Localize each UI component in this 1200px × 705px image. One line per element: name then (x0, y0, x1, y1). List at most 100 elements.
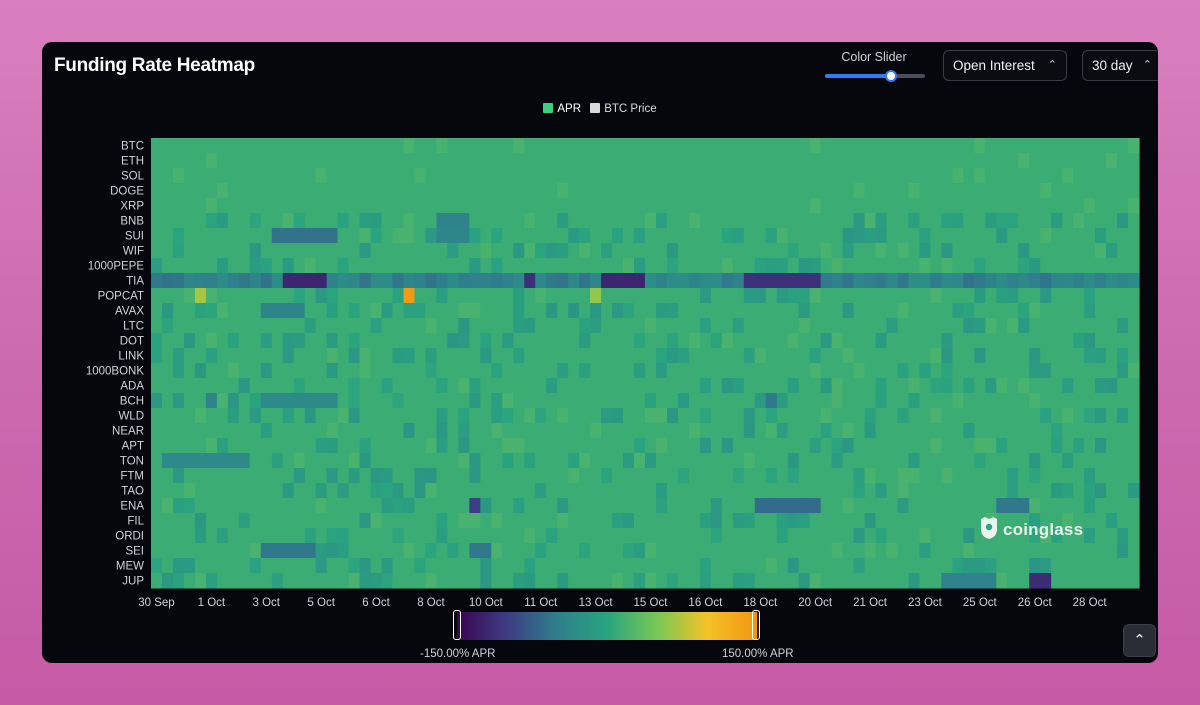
heatmap-cell[interactable] (436, 513, 448, 529)
heatmap-cell[interactable] (568, 213, 580, 229)
heatmap-cell[interactable] (886, 543, 899, 559)
heatmap-cell[interactable] (425, 378, 438, 394)
heatmap-cell[interactable] (161, 318, 174, 334)
heatmap-cell[interactable] (502, 153, 514, 169)
heatmap-cell[interactable] (447, 513, 459, 529)
heatmap-cell[interactable] (260, 468, 273, 484)
heatmap-cell[interactable] (1106, 303, 1118, 319)
heatmap-cell[interactable] (634, 423, 646, 439)
heatmap-cell[interactable] (1073, 258, 1085, 274)
heatmap-cell[interactable] (161, 393, 174, 409)
heatmap-cell[interactable] (732, 438, 745, 454)
heatmap-cell[interactable] (513, 363, 525, 379)
heatmap-cell[interactable] (370, 558, 383, 574)
heatmap-cell[interactable] (227, 408, 240, 424)
heatmap-cell[interactable] (513, 408, 525, 424)
heatmap-cell[interactable] (557, 348, 569, 364)
heatmap-cell[interactable] (293, 363, 306, 379)
heatmap-cell[interactable] (908, 438, 921, 454)
heatmap-cell[interactable] (205, 168, 218, 184)
heatmap-cell[interactable] (765, 378, 778, 394)
heatmap-cell[interactable] (963, 273, 975, 289)
heatmap-cell[interactable] (436, 273, 448, 289)
heatmap-cell[interactable] (172, 273, 185, 289)
heatmap-cell[interactable] (875, 408, 888, 424)
heatmap-cell[interactable] (414, 273, 427, 289)
heatmap-cell[interactable] (381, 513, 394, 529)
heatmap-cell[interactable] (776, 168, 789, 184)
heatmap-cell[interactable] (590, 138, 602, 154)
heatmap-cell[interactable] (875, 558, 888, 574)
heatmap-cell[interactable] (666, 513, 679, 529)
heatmap-cell[interactable] (677, 228, 690, 244)
heatmap-cell[interactable] (293, 468, 306, 484)
heatmap-cell[interactable] (743, 483, 756, 499)
heatmap-cell[interactable] (348, 498, 361, 514)
heatmap-cell[interactable] (666, 168, 679, 184)
heatmap-cell[interactable] (688, 468, 701, 484)
heatmap-cell[interactable] (370, 333, 383, 349)
heatmap-cell[interactable] (996, 243, 1008, 259)
heatmap-cell[interactable] (941, 153, 953, 169)
heatmap-cell[interactable] (820, 453, 833, 469)
heatmap-cell[interactable] (743, 138, 756, 154)
heatmap-cell[interactable] (392, 378, 405, 394)
heatmap-cell[interactable] (798, 288, 811, 304)
heatmap-cell[interactable] (1117, 573, 1129, 589)
heatmap-cell[interactable] (1106, 153, 1118, 169)
heatmap-cell[interactable] (974, 243, 986, 259)
heatmap-cell[interactable] (436, 363, 448, 379)
heatmap-cell[interactable] (710, 528, 723, 544)
heatmap-cell[interactable] (612, 168, 624, 184)
heatmap-cell[interactable] (238, 528, 251, 544)
heatmap-cell[interactable] (1073, 423, 1085, 439)
heatmap-cell[interactable] (326, 318, 339, 334)
heatmap-cell[interactable] (655, 378, 668, 394)
heatmap-cell[interactable] (1084, 168, 1096, 184)
heatmap-cell[interactable] (963, 243, 975, 259)
heatmap-cell[interactable] (524, 438, 536, 454)
heatmap-cell[interactable] (710, 363, 723, 379)
heatmap-cell[interactable] (1117, 213, 1129, 229)
heatmap-cell[interactable] (612, 303, 624, 319)
heatmap-cell[interactable] (853, 168, 866, 184)
heatmap-cell[interactable] (282, 183, 295, 199)
heatmap-cell[interactable] (831, 498, 844, 514)
heatmap-cell[interactable] (666, 408, 679, 424)
heatmap-cell[interactable] (513, 198, 525, 214)
heatmap-cell[interactable] (776, 498, 789, 514)
heatmap-cell[interactable] (798, 438, 811, 454)
heatmap-cell[interactable] (359, 273, 372, 289)
heatmap-cell[interactable] (831, 333, 844, 349)
heatmap-cell[interactable] (260, 363, 273, 379)
heatmap-cell[interactable] (403, 333, 416, 349)
heatmap-cell[interactable] (480, 453, 492, 469)
heatmap-cell[interactable] (271, 258, 284, 274)
heatmap-cell[interactable] (1095, 468, 1107, 484)
heatmap-cell[interactable] (601, 393, 613, 409)
heatmap-cell[interactable] (326, 348, 339, 364)
heatmap-cell[interactable] (403, 153, 416, 169)
heatmap-cell[interactable] (864, 138, 877, 154)
heatmap-cell[interactable] (546, 378, 558, 394)
heatmap-cell[interactable] (1095, 453, 1107, 469)
heatmap-cell[interactable] (1007, 258, 1019, 274)
heatmap-cell[interactable] (634, 393, 646, 409)
heatmap-cell[interactable] (249, 258, 262, 274)
heatmap-cell[interactable] (315, 348, 328, 364)
heatmap-cell[interactable] (820, 333, 833, 349)
heatmap-cell[interactable] (842, 438, 855, 454)
heatmap-cell[interactable] (645, 468, 657, 484)
heatmap-cell[interactable] (425, 543, 438, 559)
heatmap-cell[interactable] (348, 378, 361, 394)
heatmap-cell[interactable] (151, 378, 163, 394)
heatmap-cell[interactable] (721, 333, 734, 349)
heatmap-cell[interactable] (1018, 228, 1030, 244)
heatmap-cell[interactable] (666, 303, 679, 319)
heatmap-cell[interactable] (941, 198, 953, 214)
heatmap-cell[interactable] (974, 558, 986, 574)
heatmap-cell[interactable] (326, 408, 339, 424)
heatmap-cell[interactable] (963, 543, 975, 559)
heatmap-cell[interactable] (1062, 318, 1074, 334)
heatmap-cell[interactable] (820, 303, 833, 319)
